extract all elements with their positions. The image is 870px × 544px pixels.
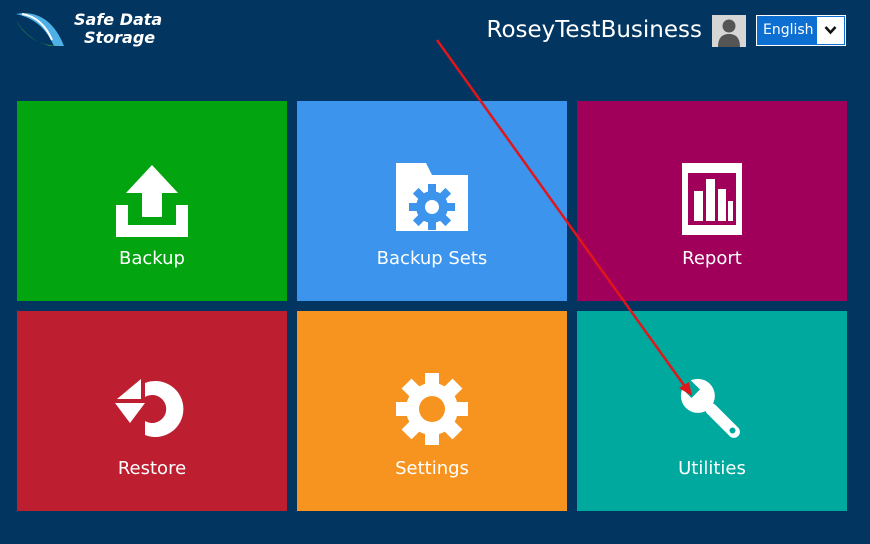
brand-name: Safe Data Storage — [74, 11, 162, 47]
tile-label: Restore — [117, 458, 187, 479]
language-dropdown-button[interactable] — [817, 17, 844, 44]
logo: Safe Data Storage — [14, 10, 164, 50]
user-icon — [718, 19, 740, 47]
logo-swoosh-icon — [16, 13, 64, 46]
brand-line-1: Safe Data — [74, 10, 163, 29]
avatar[interactable] — [712, 15, 746, 47]
restore-icon — [115, 373, 189, 443]
brand-line-2: Storage — [84, 28, 156, 47]
language-select[interactable]: English — [756, 15, 846, 46]
wrench-icon — [675, 373, 749, 451]
tile-settings[interactable]: Settings — [297, 311, 567, 511]
chevron-down-icon — [824, 26, 837, 35]
tile-label: Utilities — [678, 458, 746, 479]
upload-icon — [116, 163, 188, 241]
tile-restore[interactable]: Restore — [17, 311, 287, 511]
tile-label: Backup Sets — [376, 248, 488, 269]
tile-label: Settings — [395, 458, 469, 479]
bar-chart-icon — [682, 163, 742, 239]
gear-icon — [396, 373, 468, 449]
tile-label: Backup — [119, 248, 185, 269]
tile-report[interactable]: Report — [577, 101, 847, 301]
tile-utilities[interactable]: Utilities — [577, 311, 847, 511]
tile-label: Report — [682, 248, 742, 269]
language-selected: English — [763, 22, 814, 38]
folder-gear-icon — [396, 163, 468, 235]
user-name: RoseyTestBusiness — [486, 17, 702, 43]
tile-backup-sets[interactable]: Backup Sets — [297, 101, 567, 301]
tile-backup[interactable]: Backup — [17, 101, 287, 301]
